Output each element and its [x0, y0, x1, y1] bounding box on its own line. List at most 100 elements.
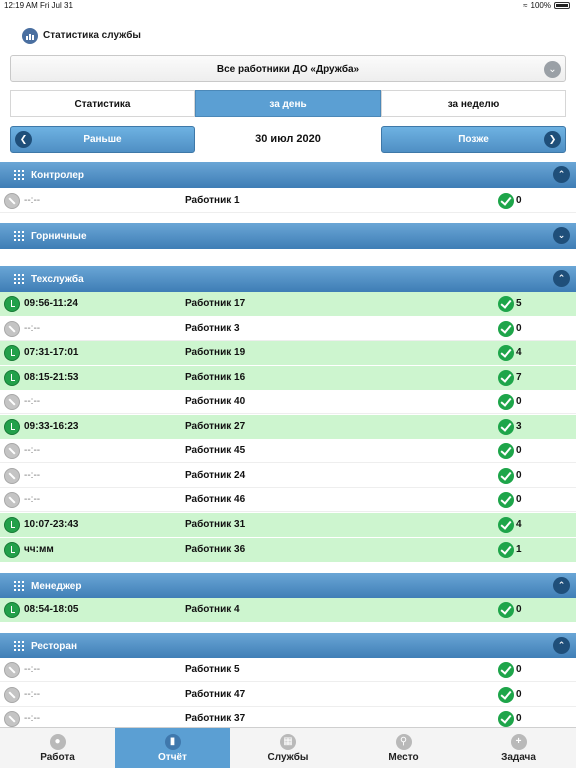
- inactive-status-icon: [4, 468, 20, 484]
- task-count: 0: [516, 604, 522, 615]
- table-row[interactable]: --:-- Работник 1 0: [0, 189, 576, 213]
- shift-time: 09:33-16:23: [24, 421, 79, 432]
- task-count: 0: [516, 445, 522, 456]
- worker-name: Работник 40: [185, 396, 246, 407]
- table-row[interactable]: 08:54-18:05 Работник 4 0: [0, 598, 576, 622]
- table-row[interactable]: --:-- Работник 24 0: [0, 464, 576, 488]
- shift-time: --:--: [24, 396, 41, 407]
- worker-name: Работник 47: [185, 689, 246, 700]
- table-row[interactable]: чч:мм Работник 36 1: [0, 538, 576, 562]
- clock-icon: [4, 419, 20, 435]
- worker-name: Работник 31: [185, 519, 246, 530]
- group-header-controller[interactable]: Контролер ⌃: [0, 162, 576, 188]
- worker-name: Работник 45: [185, 445, 246, 456]
- table-row[interactable]: --:-- Работник 40 0: [0, 390, 576, 414]
- shift-time: --:--: [24, 470, 41, 481]
- tab-services[interactable]: ▦ Службы: [230, 728, 346, 768]
- table-row[interactable]: 10:07-23:43 Работник 31 4: [0, 513, 576, 537]
- shift-time: --:--: [24, 195, 41, 206]
- shift-time: 08:54-18:05: [24, 604, 79, 615]
- check-icon: [498, 542, 514, 558]
- task-count: 0: [516, 396, 522, 407]
- group-title: Техслужба: [31, 274, 84, 285]
- task-count: 1: [516, 544, 522, 555]
- chevron-up-icon[interactable]: ⌃: [553, 270, 570, 287]
- task-count: 0: [516, 494, 522, 505]
- status-time: 12:19 AM: [4, 1, 38, 10]
- worker-name: Работник 19: [185, 347, 246, 358]
- earlier-button[interactable]: ❮ Раньше: [10, 126, 195, 153]
- check-icon: [498, 662, 514, 678]
- clock-icon: [4, 370, 20, 386]
- table-row[interactable]: --:-- Работник 3 0: [0, 317, 576, 341]
- check-icon: [498, 193, 514, 209]
- table-row[interactable]: 08:15-21:53 Работник 16 7: [0, 366, 576, 390]
- grid-icon: ▦: [280, 734, 296, 750]
- group-title: Горничные: [31, 231, 87, 242]
- tab-work[interactable]: ● Работа: [0, 728, 115, 768]
- grid-icon: [14, 170, 24, 180]
- tab-per-week[interactable]: за неделю: [381, 90, 566, 117]
- page-header: Статистика службы: [0, 22, 576, 50]
- worker-filter-select[interactable]: Все работники ДО «Дружба» ⌄: [10, 55, 566, 82]
- check-icon: [498, 394, 514, 410]
- tab-report[interactable]: ▮ Отчёт: [115, 728, 230, 768]
- table-row[interactable]: --:-- Работник 45 0: [0, 439, 576, 463]
- task-count: 0: [516, 689, 522, 700]
- inactive-status-icon: [4, 662, 20, 678]
- shift-time: 07:31-17:01: [24, 347, 79, 358]
- chevron-down-icon[interactable]: ⌄: [553, 227, 570, 244]
- tab-per-day[interactable]: за день: [195, 90, 381, 117]
- table-row[interactable]: --:-- Работник 47 0: [0, 683, 576, 707]
- group-title: Ресторан: [31, 641, 77, 652]
- tab-statistics[interactable]: Статистика: [10, 90, 195, 117]
- clock-icon: [4, 542, 20, 558]
- service-stats-list[interactable]: Контролер ⌃ --:-- Работник 1 0 Горничные…: [0, 162, 576, 728]
- table-row[interactable]: --:-- Работник 46 0: [0, 488, 576, 512]
- inactive-status-icon: [4, 492, 20, 508]
- grid-icon: [14, 274, 24, 284]
- tab-location[interactable]: ⚲ Место: [346, 728, 461, 768]
- table-row[interactable]: 07:31-17:01 Работник 19 4: [0, 341, 576, 365]
- table-row[interactable]: --:-- Работник 5 0: [0, 658, 576, 682]
- group-header-restaurant[interactable]: Ресторан ⌃: [0, 633, 576, 659]
- tab-task[interactable]: + Задача: [461, 728, 576, 768]
- worker-name: Работник 3: [185, 323, 240, 334]
- shift-time: --:--: [24, 689, 41, 700]
- chart-icon: [22, 28, 38, 44]
- group-header-maintenance[interactable]: Техслужба ⌃: [0, 266, 576, 292]
- task-count: 0: [516, 664, 522, 675]
- shift-time: --:--: [24, 713, 41, 724]
- worker-name: Работник 24: [185, 470, 246, 481]
- shift-time: --:--: [24, 664, 41, 675]
- task-count: 4: [516, 519, 522, 530]
- worker-name: Работник 17: [185, 298, 246, 309]
- group-title: Менеджер: [31, 581, 82, 592]
- group-header-manager[interactable]: Менеджер ⌃: [0, 573, 576, 599]
- chevron-up-icon[interactable]: ⌃: [553, 577, 570, 594]
- battery-icon: [554, 2, 570, 9]
- bottom-tab-bar: ● Работа ▮ Отчёт ▦ Службы ⚲ Место + Зада…: [0, 727, 576, 768]
- table-row[interactable]: --:-- Работник 37 0: [0, 707, 576, 728]
- worker-name: Работник 46: [185, 494, 246, 505]
- shift-time: --:--: [24, 494, 41, 505]
- shift-time: 09:56-11:24: [24, 298, 78, 309]
- check-icon: [498, 443, 514, 459]
- page-title: Статистика службы: [43, 30, 141, 41]
- chevron-up-icon[interactable]: ⌃: [553, 166, 570, 183]
- inactive-status-icon: [4, 193, 20, 209]
- check-icon: [498, 492, 514, 508]
- table-row[interactable]: 09:56-11:24 Работник 17 5: [0, 292, 576, 316]
- worker-name: Работник 5: [185, 664, 240, 675]
- grid-icon: [14, 641, 24, 651]
- worker-name: Работник 27: [185, 421, 246, 432]
- status-bar: 12:19 AM Fri Jul 31 ≈ 100%: [0, 0, 576, 12]
- later-button[interactable]: Позже ❯: [381, 126, 566, 153]
- chevron-left-icon: ❮: [15, 131, 32, 148]
- table-row[interactable]: 09:33-16:23 Работник 27 3: [0, 415, 576, 439]
- chevron-up-icon[interactable]: ⌃: [553, 637, 570, 654]
- group-header-housekeeping[interactable]: Горничные ⌄: [0, 223, 576, 249]
- later-button-label: Позже: [458, 134, 489, 145]
- check-icon: [498, 345, 514, 361]
- shift-time: --:--: [24, 445, 41, 456]
